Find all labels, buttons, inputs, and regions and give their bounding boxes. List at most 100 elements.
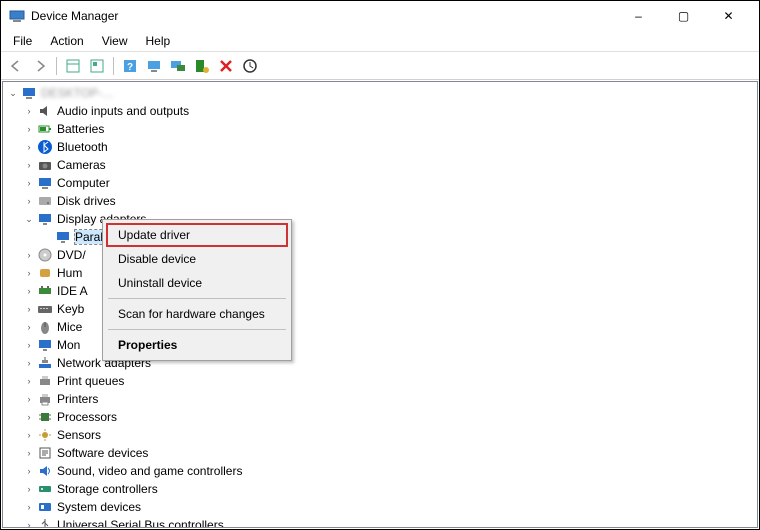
chevron-right-icon[interactable]: › <box>23 376 35 386</box>
chevron-right-icon[interactable]: › <box>23 394 35 404</box>
menu-view[interactable]: View <box>94 32 136 50</box>
disk-icon <box>37 193 53 209</box>
audio-icon <box>37 103 53 119</box>
scan-button[interactable] <box>143 55 165 77</box>
toolbar-separator <box>56 57 57 75</box>
toolbar-separator <box>113 57 114 75</box>
chevron-right-icon[interactable]: › <box>23 196 35 206</box>
context-menu: Update driverDisable deviceUninstall dev… <box>102 219 292 361</box>
chevron-right-icon[interactable]: › <box>23 178 35 188</box>
node-label: Sensors <box>57 428 101 442</box>
titlebar: Device Manager – ▢ ✕ <box>1 1 759 31</box>
node-label: Audio inputs and outputs <box>57 104 189 118</box>
system-icon <box>37 499 53 515</box>
add-hardware-button[interactable] <box>191 55 213 77</box>
node-label: Software devices <box>57 446 148 460</box>
chevron-down-icon[interactable]: ⌄ <box>7 88 19 99</box>
back-button[interactable] <box>5 55 27 77</box>
tree-node[interactable]: › Universal Serial Bus controllers <box>5 516 755 528</box>
chevron-right-icon[interactable]: › <box>23 124 35 134</box>
chevron-right-icon[interactable]: › <box>23 358 35 368</box>
chevron-right-icon[interactable]: › <box>23 430 35 440</box>
chevron-right-icon[interactable]: › <box>23 340 35 350</box>
node-label: Keyb <box>57 302 84 316</box>
dvd-icon <box>37 247 53 263</box>
help-button[interactable]: ? <box>119 55 141 77</box>
chevron-right-icon[interactable]: › <box>23 322 35 332</box>
battery-icon <box>37 121 53 137</box>
tree-node[interactable]: › System devices <box>5 498 755 516</box>
chevron-right-icon[interactable]: › <box>23 268 35 278</box>
chevron-right-icon[interactable]: › <box>23 106 35 116</box>
chevron-right-icon[interactable]: › <box>23 502 35 512</box>
tree-node[interactable]: ›Bluetooth <box>5 138 755 156</box>
usb-icon <box>37 517 53 528</box>
tree-node[interactable]: › Software devices <box>5 444 755 462</box>
tree-node[interactable]: › Computer <box>5 174 755 192</box>
tree-node[interactable]: ›Sound, video and game controllers <box>5 462 755 480</box>
sound-icon <box>37 463 53 479</box>
forward-button[interactable] <box>29 55 51 77</box>
maximize-button[interactable]: ▢ <box>661 1 706 31</box>
context-menu-item[interactable]: Uninstall device <box>106 271 288 295</box>
mouse-icon <box>37 319 53 335</box>
node-label: Mice <box>57 320 82 334</box>
chevron-right-icon[interactable]: › <box>23 250 35 260</box>
node-label: IDE A <box>57 284 88 298</box>
chevron-right-icon[interactable]: › <box>23 520 35 528</box>
chevron-right-icon[interactable]: › <box>23 484 35 494</box>
node-label: Print queues <box>57 374 124 388</box>
node-label: System devices <box>57 500 141 514</box>
node-label: Processors <box>57 410 117 424</box>
camera-icon <box>37 157 53 173</box>
tree-node[interactable]: › Processors <box>5 408 755 426</box>
node-label: Computer <box>57 176 110 190</box>
node-label: Disk drives <box>57 194 116 208</box>
chevron-right-icon[interactable]: › <box>23 412 35 422</box>
context-menu-separator <box>108 329 286 330</box>
update-button[interactable] <box>239 55 261 77</box>
tree-node[interactable]: ›Cameras <box>5 156 755 174</box>
close-button[interactable]: ✕ <box>706 1 751 31</box>
context-menu-item[interactable]: Properties <box>106 333 288 357</box>
node-label: Universal Serial Bus controllers <box>57 518 224 528</box>
monitor-list-button[interactable] <box>167 55 189 77</box>
context-menu-item[interactable]: Disable device <box>106 247 288 271</box>
menu-action[interactable]: Action <box>42 32 91 50</box>
tree-node[interactable]: › Printers <box>5 390 755 408</box>
chevron-right-icon[interactable]: › <box>23 448 35 458</box>
node-label: Printers <box>57 392 98 406</box>
tree-node[interactable]: › Batteries <box>5 120 755 138</box>
chevron-down-icon[interactable]: ⌄ <box>23 214 35 225</box>
tree-node[interactable]: › Sensors <box>5 426 755 444</box>
menu-help[interactable]: Help <box>138 32 179 50</box>
chevron-right-icon[interactable]: › <box>23 160 35 170</box>
show-hidden-button[interactable] <box>62 55 84 77</box>
tree-node[interactable]: ›Storage controllers <box>5 480 755 498</box>
menu-file[interactable]: File <box>5 32 40 50</box>
properties-button[interactable] <box>86 55 108 77</box>
toolbar: ? <box>1 52 759 80</box>
context-menu-separator <box>108 298 286 299</box>
node-label: Hum <box>57 266 82 280</box>
printer-icon <box>37 391 53 407</box>
minimize-button[interactable]: – <box>616 1 661 31</box>
tree-node[interactable]: › Disk drives <box>5 192 755 210</box>
window-title: Device Manager <box>31 9 616 23</box>
tree-node[interactable]: › Print queues <box>5 372 755 390</box>
ide-icon <box>37 283 53 299</box>
chevron-right-icon[interactable]: › <box>23 142 35 152</box>
context-menu-item[interactable]: Scan for hardware changes <box>106 302 288 326</box>
chevron-right-icon[interactable]: › <box>23 286 35 296</box>
remove-button[interactable] <box>215 55 237 77</box>
node-label: Batteries <box>57 122 104 136</box>
chevron-right-icon[interactable]: › <box>23 466 35 476</box>
root-node[interactable]: ⌄DESKTOP-… <box>5 84 755 102</box>
context-menu-item[interactable]: Update driver <box>106 223 288 247</box>
processor-icon <box>37 409 53 425</box>
tree-node[interactable]: › Audio inputs and outputs <box>5 102 755 120</box>
chevron-right-icon[interactable]: › <box>23 304 35 314</box>
display-icon <box>55 229 71 245</box>
sensor-icon <box>37 427 53 443</box>
display-icon <box>37 211 53 227</box>
